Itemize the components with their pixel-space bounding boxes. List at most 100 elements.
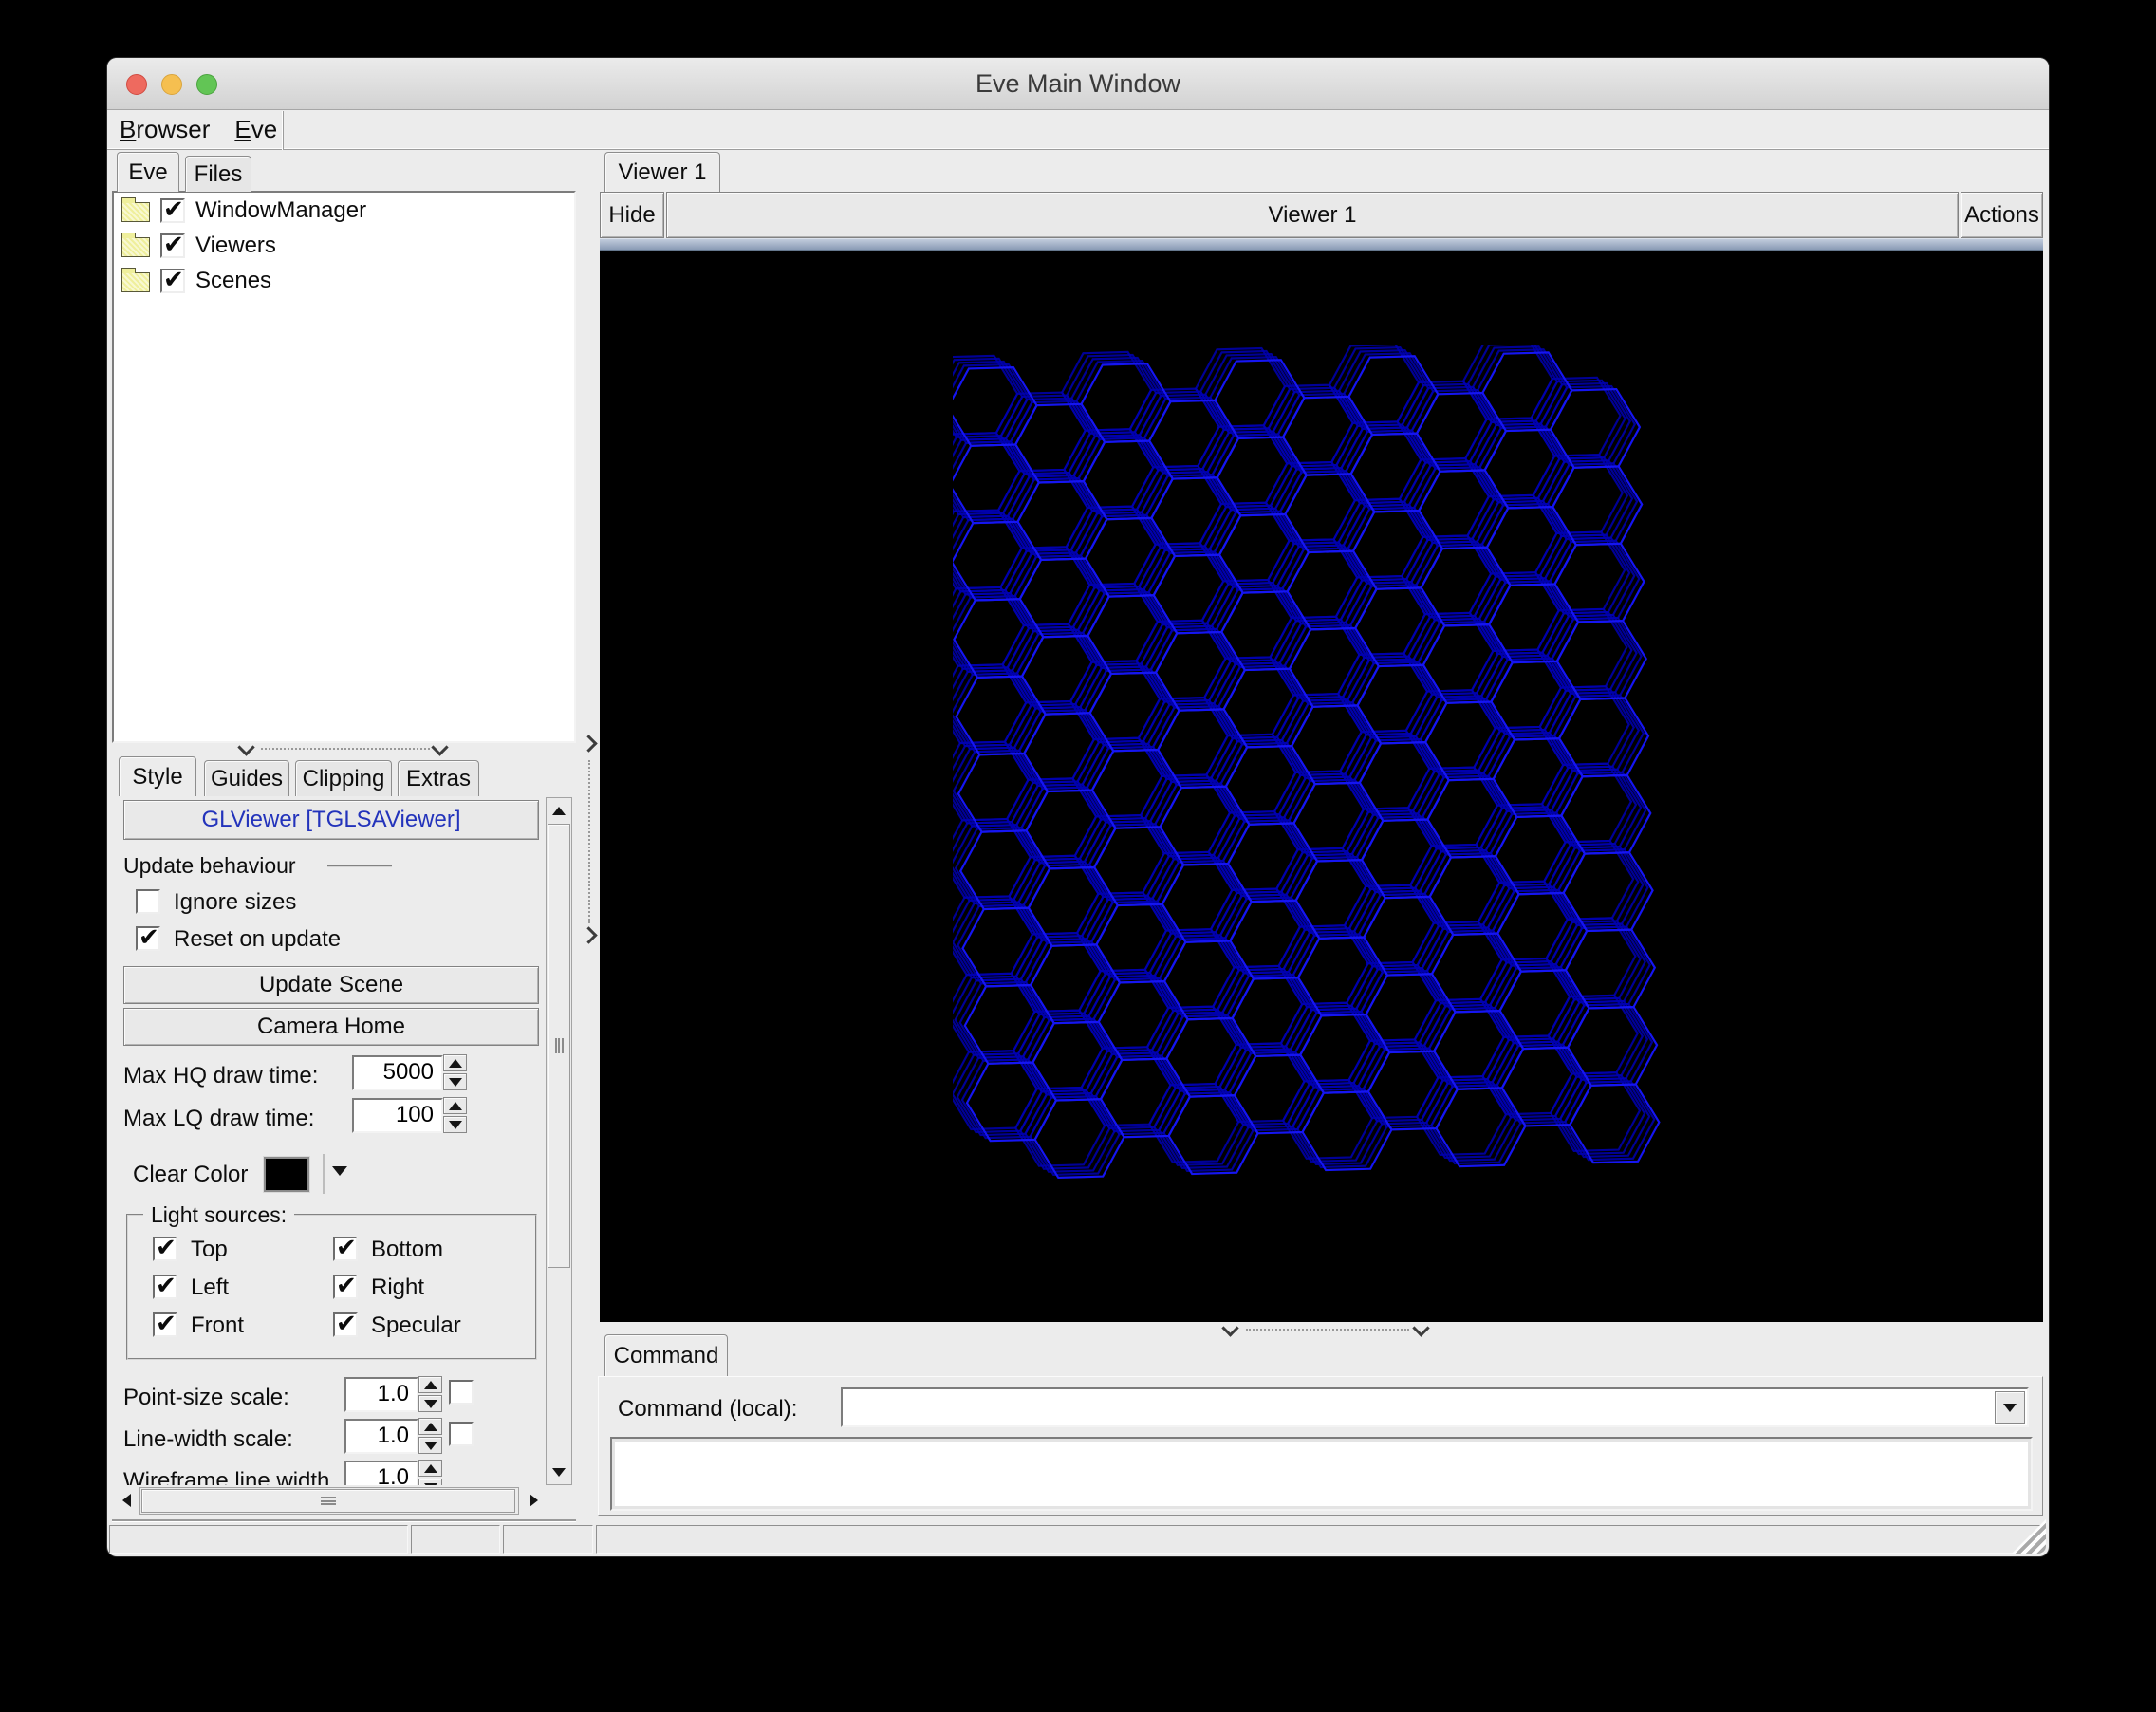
light-label: Front bbox=[191, 1312, 245, 1338]
spin-up-button[interactable] bbox=[443, 1097, 467, 1114]
tab-clipping[interactable]: Clipping bbox=[295, 760, 392, 796]
status-cell bbox=[411, 1525, 500, 1554]
chevron-down-icon bbox=[332, 1166, 347, 1176]
scale-spinner[interactable]: 1.0 bbox=[344, 1419, 418, 1454]
spin-down-button[interactable] bbox=[443, 1116, 467, 1133]
checkbox-light-left[interactable] bbox=[153, 1271, 177, 1300]
draw-time-spinner[interactable]: 5000 bbox=[352, 1055, 443, 1090]
scale-label: Line-width scale: bbox=[123, 1426, 293, 1452]
clear-color-swatch[interactable] bbox=[264, 1157, 309, 1192]
light-label: Left bbox=[191, 1275, 230, 1300]
command-dropdown-button[interactable] bbox=[1995, 1391, 2025, 1424]
light-sources-group: Light sources: Top Bottom Left Right Front Sp… bbox=[126, 1202, 537, 1360]
checkbox-light-right[interactable] bbox=[333, 1271, 358, 1300]
light-label: Specular bbox=[371, 1312, 461, 1338]
command-input[interactable] bbox=[841, 1387, 2029, 1427]
hex-lattice-structure bbox=[953, 345, 1661, 1180]
scroll-down-arrow-icon[interactable] bbox=[548, 1461, 570, 1483]
light-label: Top bbox=[191, 1237, 228, 1262]
draw-time-label: Max HQ draw time: bbox=[123, 1063, 319, 1089]
scrollbar-thumb[interactable] bbox=[141, 1489, 515, 1513]
clear-color-label: Clear Color bbox=[133, 1162, 249, 1187]
menu-eve[interactable]: Eve bbox=[222, 111, 289, 148]
command-local-label: Command (local): bbox=[618, 1396, 798, 1422]
checkbox-light-specular[interactable] bbox=[333, 1309, 358, 1338]
menu-box: Browser Eve bbox=[107, 111, 284, 150]
glviewer-button[interactable]: GLViewer [TGLSAViewer] bbox=[123, 800, 539, 840]
up-arrow-icon bbox=[448, 1058, 462, 1068]
style-scrollbar-vertical[interactable] bbox=[546, 797, 572, 1485]
window-title: Eve Main Window bbox=[975, 69, 1181, 98]
hide-button[interactable]: Hide bbox=[600, 192, 664, 238]
spin-down-button[interactable] bbox=[418, 1437, 442, 1454]
actions-button[interactable]: Actions bbox=[1961, 192, 2043, 238]
tree-item-scenes[interactable]: Scenes bbox=[114, 263, 574, 298]
scroll-right-arrow-icon[interactable] bbox=[522, 1489, 545, 1512]
scale-override-checkbox[interactable] bbox=[449, 1422, 474, 1446]
spin-down-button[interactable] bbox=[418, 1395, 442, 1412]
folder-icon bbox=[121, 196, 150, 222]
clear-color-dropdown[interactable] bbox=[332, 1166, 347, 1176]
gl-viewport[interactable] bbox=[600, 251, 2043, 1322]
scale-label: Point-size scale: bbox=[123, 1385, 289, 1410]
divider bbox=[323, 1154, 325, 1194]
scrollbar-thumb[interactable] bbox=[548, 824, 570, 1268]
eve-tree: WindowManager Viewers Scenes bbox=[112, 191, 576, 743]
tree-item-checkbox[interactable] bbox=[160, 195, 185, 224]
spin-up-button[interactable] bbox=[418, 1418, 442, 1435]
checkbox-light-top[interactable] bbox=[153, 1233, 177, 1262]
draw-time-label: Max LQ draw time: bbox=[123, 1106, 315, 1131]
tab-guides[interactable]: Guides bbox=[204, 760, 289, 796]
tab-eve[interactable]: Eve bbox=[117, 152, 179, 192]
tab-style[interactable]: Style bbox=[119, 756, 196, 796]
panel-bottom-edge bbox=[112, 1519, 576, 1521]
folder-icon bbox=[121, 267, 150, 292]
menu-browser[interactable]: Browser bbox=[107, 111, 222, 148]
status-cell bbox=[109, 1525, 408, 1554]
command-output[interactable] bbox=[610, 1437, 2033, 1511]
scale-spinner[interactable]: 1.0 bbox=[344, 1377, 418, 1412]
checkbox-ignore-sizes[interactable] bbox=[136, 889, 160, 914]
tab-extras[interactable]: Extras bbox=[398, 760, 479, 796]
titlebar: Eve Main Window bbox=[107, 58, 2049, 110]
tree-item-checkbox[interactable] bbox=[160, 230, 185, 259]
spin-up-button[interactable] bbox=[418, 1376, 442, 1393]
up-arrow-icon bbox=[423, 1463, 437, 1473]
tab-viewer-1[interactable]: Viewer 1 bbox=[604, 152, 720, 192]
camera-home-button[interactable]: Camera Home bbox=[123, 1008, 539, 1046]
viewer-dock-handle[interactable] bbox=[600, 238, 2043, 251]
menubar: Browser Eve bbox=[107, 111, 2049, 150]
splitter-dots bbox=[1246, 1329, 1409, 1331]
style-scrollbar-horizontal[interactable] bbox=[115, 1485, 545, 1517]
tree-item-windowmanager[interactable]: WindowManager bbox=[114, 193, 574, 228]
tree-item-label: Scenes bbox=[195, 268, 272, 293]
checkbox-light-front[interactable] bbox=[153, 1309, 177, 1338]
scroll-left-arrow-icon[interactable] bbox=[115, 1489, 138, 1512]
scale-override-checkbox[interactable] bbox=[449, 1380, 474, 1405]
checkbox-light-bottom[interactable] bbox=[333, 1233, 358, 1262]
scrollbar-track[interactable] bbox=[139, 1487, 519, 1515]
scroll-up-arrow-icon[interactable] bbox=[548, 799, 570, 822]
checkbox-reset-on-update[interactable] bbox=[136, 922, 160, 952]
light-label: Bottom bbox=[371, 1237, 444, 1262]
chevron-down-icon bbox=[1221, 1319, 1239, 1337]
checkbox-label: Reset on update bbox=[174, 926, 342, 952]
light-sources-title: Light sources: bbox=[143, 1202, 295, 1228]
chevron-down-icon bbox=[2003, 1403, 2017, 1412]
spin-up-button[interactable] bbox=[443, 1054, 467, 1071]
up-arrow-icon bbox=[423, 1380, 437, 1389]
checkbox-label: Ignore sizes bbox=[174, 889, 297, 915]
tree-item-label: WindowManager bbox=[195, 197, 367, 223]
chevron-right-icon bbox=[580, 926, 598, 944]
spin-up-button[interactable] bbox=[418, 1460, 442, 1477]
draw-time-spinner[interactable]: 100 bbox=[352, 1098, 443, 1133]
tree-item-viewers[interactable]: Viewers bbox=[114, 228, 574, 263]
tree-item-checkbox[interactable] bbox=[160, 265, 185, 294]
tree-item-label: Viewers bbox=[195, 233, 276, 258]
tab-files[interactable]: Files bbox=[185, 156, 251, 192]
splitter-dots bbox=[588, 760, 590, 923]
viewer-header-title[interactable]: Viewer 1 bbox=[666, 192, 1959, 238]
update-scene-button[interactable]: Update Scene bbox=[123, 966, 539, 1004]
tab-command[interactable]: Command bbox=[604, 1334, 728, 1376]
spin-down-button[interactable] bbox=[443, 1073, 467, 1090]
